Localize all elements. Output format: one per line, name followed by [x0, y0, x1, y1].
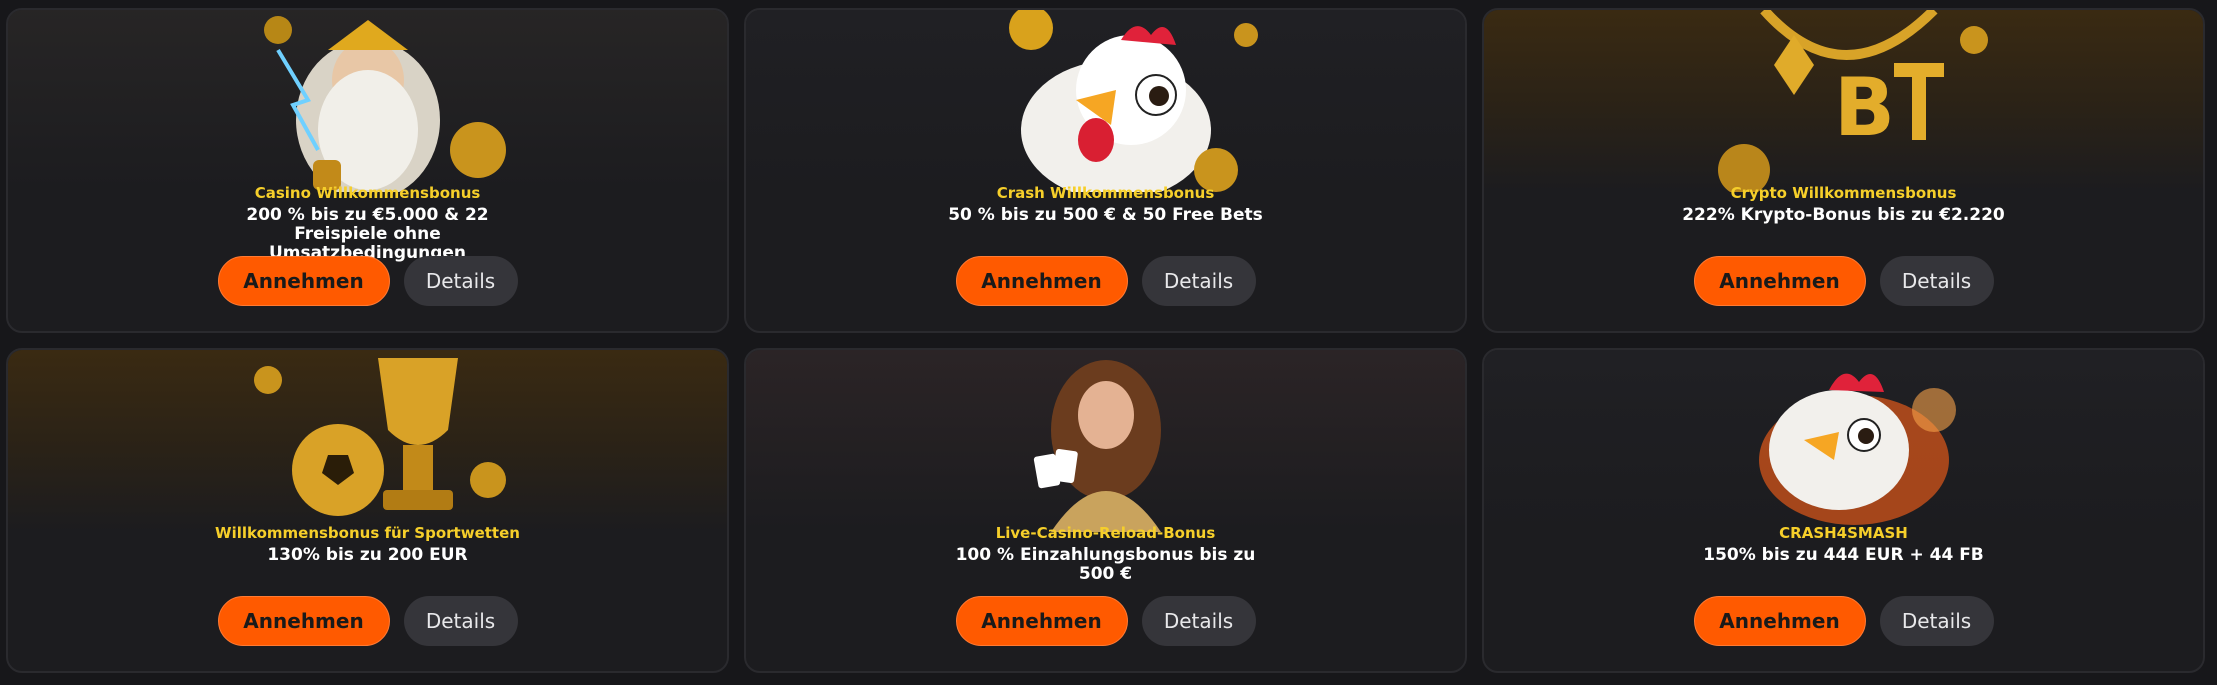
croupier-illustration: [1033, 360, 1161, 532]
bonus-offer: 100 % Einzahlungsbonus bis zu 500 €: [955, 545, 1256, 584]
zeus-illustration: [263, 16, 506, 192]
details-button[interactable]: Details: [1141, 596, 1256, 646]
bonus-label: Casino Willkommensbonus: [254, 184, 481, 202]
bonus-card-live-casino: Live-Casino-Reload-Bonus 100 % Einzahlun…: [744, 348, 1467, 673]
bonus-label: CRASH4SMASH: [1779, 524, 1908, 542]
bonus-card-crash: Crash Willkommensbonus 50 % bis zu 500 €…: [744, 8, 1467, 333]
bonus-card-casino: Casino Willkommensbonus 200 % bis zu €5.…: [6, 8, 729, 333]
details-button[interactable]: Details: [1141, 256, 1256, 306]
bonus-offer: 222% Krypto-Bonus bis zu €2.220: [1682, 205, 2005, 225]
accept-button[interactable]: Annehmen: [955, 596, 1128, 646]
bonus-label: Crash Willkommensbonus: [996, 184, 1215, 202]
hero-image: [8, 350, 727, 532]
bonus-grid: Casino Willkommensbonus 200 % bis zu €5.…: [6, 8, 2205, 673]
bonus-offer: 50 % bis zu 500 € & 50 Free Bets: [948, 205, 1263, 225]
fire-chicken-illustration: [1758, 373, 1956, 525]
bonus-offer: 200 % bis zu €5.000 & 22 Freispiele ohne…: [246, 205, 489, 263]
accept-button[interactable]: Annehmen: [1693, 596, 1866, 646]
accept-button[interactable]: Annehmen: [217, 256, 390, 306]
accept-button[interactable]: Annehmen: [1693, 256, 1866, 306]
svg-text:B: B: [1834, 61, 1895, 154]
bonus-card-crypto: B Crypto Willkommensbonus 222% Krypto-Bo…: [1482, 8, 2205, 333]
bonus-card-sports: Willkommensbonus für Sportwetten 130% bi…: [6, 348, 729, 673]
accept-button[interactable]: Annehmen: [217, 596, 390, 646]
bonus-offer: 130% bis zu 200 EUR: [267, 545, 468, 565]
hero-image: [8, 10, 727, 192]
accept-button[interactable]: Annehmen: [955, 256, 1128, 306]
chicken-illustration: [1008, 10, 1258, 192]
details-button[interactable]: Details: [1879, 596, 1994, 646]
hero-image: [746, 350, 1465, 532]
trophy-football-illustration: [253, 358, 506, 516]
bonus-label: Live-Casino-Reload-Bonus: [995, 524, 1216, 542]
details-button[interactable]: Details: [403, 256, 518, 306]
bonus-card-crash4smash: CRASH4SMASH 150% bis zu 444 EUR + 44 FB …: [1482, 348, 2205, 673]
bonus-label: Willkommensbonus für Sportwetten: [215, 524, 520, 542]
details-button[interactable]: Details: [403, 596, 518, 646]
hero-image: [746, 10, 1465, 192]
hero-image: [1484, 350, 2203, 532]
hero-image: B: [1484, 10, 2203, 192]
details-button[interactable]: Details: [1879, 256, 1994, 306]
bonus-offer: 150% bis zu 444 EUR + 44 FB: [1703, 545, 1984, 565]
bonus-label: Crypto Willkommensbonus: [1730, 184, 1957, 202]
crypto-chain-illustration: B: [1717, 10, 1988, 192]
